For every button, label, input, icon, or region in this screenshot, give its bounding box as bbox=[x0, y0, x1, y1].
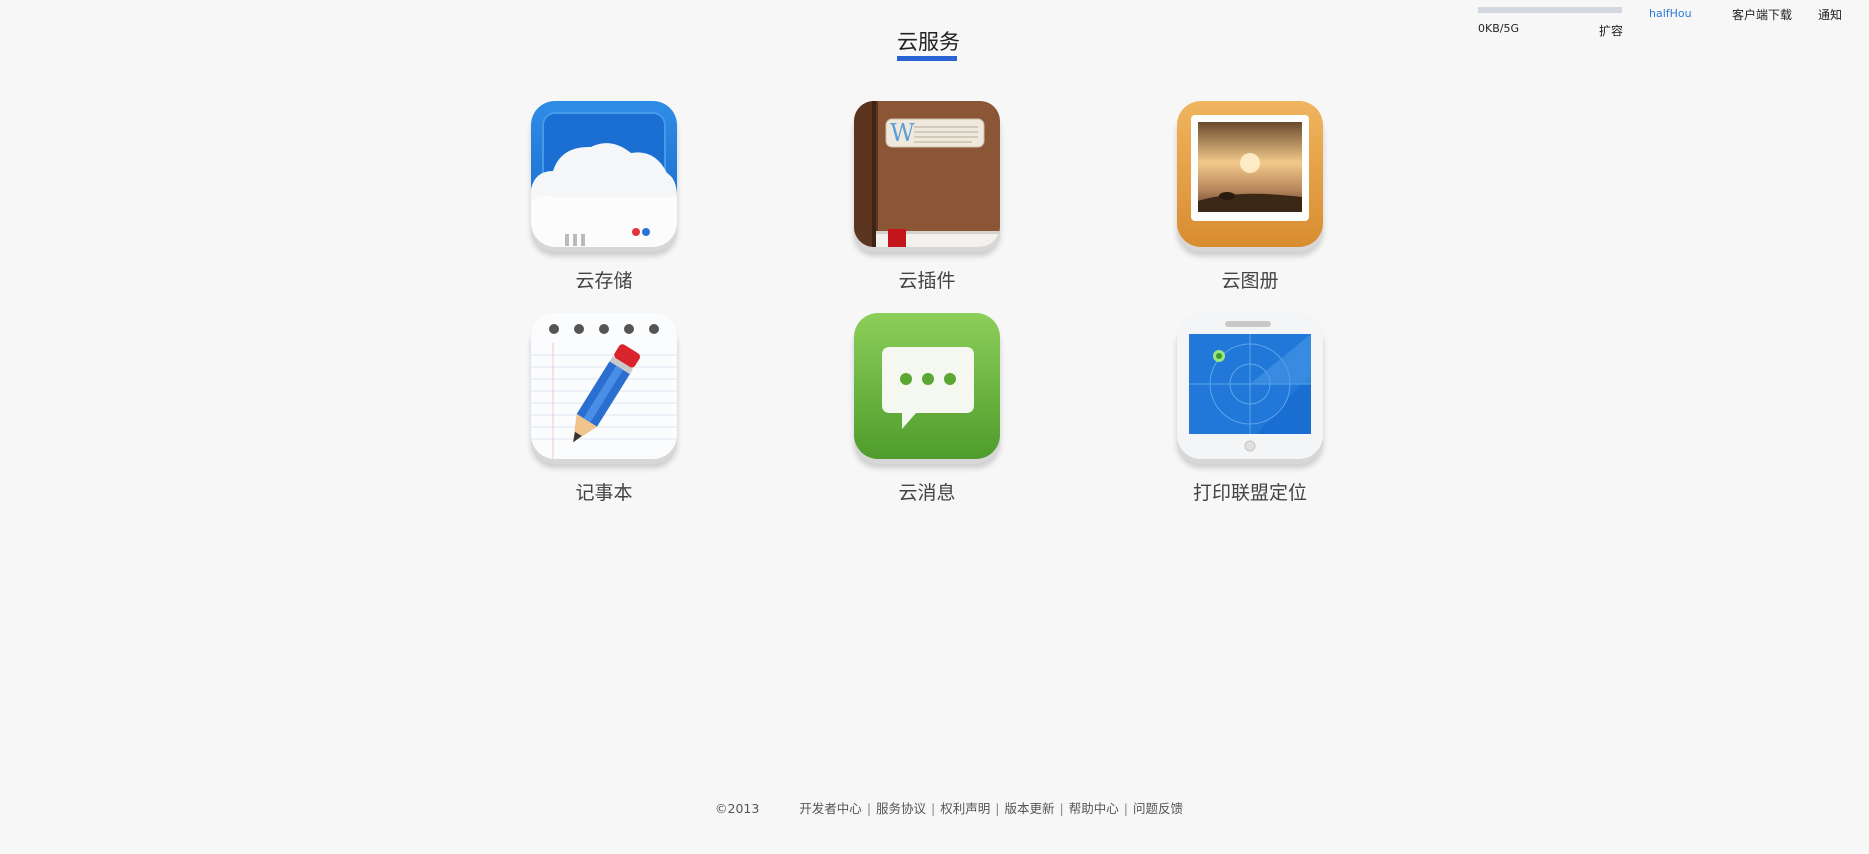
footer-separator: | bbox=[995, 801, 1000, 816]
message-bubble-icon[interactable] bbox=[854, 313, 1000, 459]
storage-usage-bar bbox=[1478, 7, 1622, 13]
page-title[interactable]: 云服务 bbox=[897, 26, 960, 56]
footer-link-feedback[interactable]: 问题反馈 bbox=[1133, 801, 1183, 816]
app-label[interactable]: 云插件 bbox=[827, 266, 1027, 293]
notepad-pencil-icon[interactable] bbox=[531, 313, 677, 459]
footer-link-help-center[interactable]: 帮助中心 bbox=[1069, 801, 1119, 816]
app-label[interactable]: 云存储 bbox=[504, 266, 704, 293]
cloud-storage-icon[interactable] bbox=[531, 101, 677, 247]
app-label[interactable]: 云消息 bbox=[827, 478, 1027, 505]
footer-link-service-agreement[interactable]: 服务协议 bbox=[876, 801, 926, 816]
footer-link-version-update[interactable]: 版本更新 bbox=[1005, 801, 1055, 816]
expand-storage-link[interactable]: 扩容 bbox=[1599, 22, 1623, 39]
client-download-link[interactable]: 客户端下载 bbox=[1732, 6, 1792, 23]
app-cloud-plugin[interactable]: W 云插件 bbox=[854, 101, 1054, 301]
app-cloud-album[interactable]: 云图册 bbox=[1177, 101, 1377, 301]
svg-text:W: W bbox=[890, 119, 915, 147]
footer-link-rights-statement[interactable]: 权利声明 bbox=[940, 801, 990, 816]
copyright: ©2013 bbox=[715, 801, 760, 816]
app-label[interactable]: 云图册 bbox=[1150, 266, 1350, 293]
storage-usage-text: 0KB/5G bbox=[1478, 22, 1519, 35]
footer-separator: | bbox=[931, 801, 936, 816]
book-plugin-icon[interactable]: W bbox=[854, 101, 1000, 247]
username-link[interactable]: halfHou bbox=[1649, 7, 1692, 20]
app-label[interactable]: 记事本 bbox=[504, 478, 704, 505]
footer-separator: | bbox=[866, 801, 872, 816]
app-label[interactable]: 打印联盟定位 bbox=[1150, 478, 1350, 505]
radar-tablet-icon[interactable] bbox=[1177, 313, 1323, 459]
notification-link[interactable]: 通知 bbox=[1818, 6, 1842, 23]
photo-album-icon[interactable] bbox=[1177, 101, 1323, 247]
footer-separator: | bbox=[1123, 801, 1128, 816]
app-cloud-message[interactable]: 云消息 bbox=[854, 313, 1054, 513]
active-tab-indicator bbox=[897, 56, 957, 61]
footer: ©2013 开发者中心 | 服务协议 | 权利声明 | 版本更新 | 帮助中心 | 问题反馈 bbox=[715, 798, 1183, 817]
app-print-union-locator[interactable]: 打印联盟定位 bbox=[1177, 313, 1377, 513]
footer-separator: | bbox=[1059, 801, 1064, 816]
app-notepad[interactable]: 记事本 bbox=[531, 313, 731, 513]
app-cloud-storage[interactable]: 云存储 bbox=[531, 101, 731, 301]
footer-link-developer-center[interactable]: 开发者中心 bbox=[799, 801, 862, 816]
